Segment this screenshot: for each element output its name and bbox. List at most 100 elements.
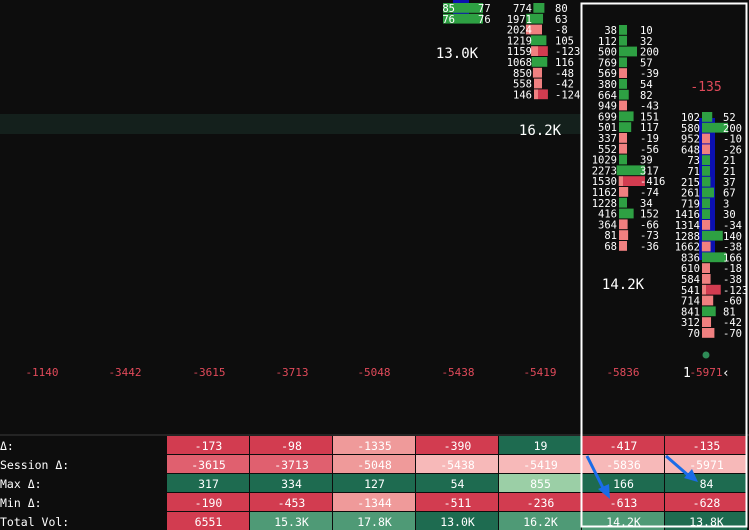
bid-bar bbox=[531, 46, 538, 56]
bid-bar bbox=[619, 230, 623, 240]
ask-volume-value: -70 bbox=[723, 328, 742, 340]
bid-bar bbox=[702, 252, 706, 263]
ask-bar bbox=[623, 133, 627, 143]
ask-bar bbox=[706, 274, 711, 284]
summary-cell-value: 334 bbox=[281, 477, 302, 491]
ask-bar bbox=[623, 208, 634, 219]
summary-cell-value: -98 bbox=[281, 439, 302, 453]
summary-cell-value: -5048 bbox=[357, 458, 392, 472]
summary-cell-value: 13.0K bbox=[440, 515, 475, 529]
bid-bar bbox=[702, 155, 706, 165]
ask-bar bbox=[538, 78, 542, 89]
summary-cell-value: -135 bbox=[693, 439, 721, 453]
summary-cell-value: -5419 bbox=[523, 458, 558, 472]
bid-bar bbox=[619, 122, 623, 132]
bid-bar bbox=[618, 176, 623, 186]
summary-cell-value: -511 bbox=[444, 496, 472, 510]
summary-cell-value: 84 bbox=[700, 477, 714, 491]
bid-bar bbox=[619, 68, 623, 78]
bid-bar bbox=[702, 284, 706, 295]
cumulative-delta-value: -5048 bbox=[357, 366, 390, 379]
ask-bar bbox=[623, 46, 637, 57]
summary-cell-value: 17.8K bbox=[357, 515, 392, 529]
bid-bar bbox=[619, 197, 623, 208]
ask-bar bbox=[706, 230, 723, 241]
bid-bar bbox=[701, 241, 706, 252]
summary-cell-value: -5438 bbox=[440, 458, 475, 472]
bid-volume-value: 146 bbox=[513, 89, 532, 101]
ask-bar bbox=[623, 89, 629, 100]
ask-bar bbox=[706, 263, 710, 273]
summary-cell-value: -5971 bbox=[689, 458, 724, 472]
summary-cell-value: -390 bbox=[444, 439, 472, 453]
bid-bar bbox=[702, 263, 706, 273]
bid-bar bbox=[702, 176, 706, 187]
ask-bar bbox=[538, 3, 545, 13]
bid-bar bbox=[702, 317, 706, 327]
summary-cell-value: -236 bbox=[527, 496, 555, 510]
bid-bar bbox=[702, 295, 706, 306]
ask-bar bbox=[623, 68, 627, 78]
ask-bar bbox=[623, 143, 627, 154]
ask-bar bbox=[623, 230, 629, 240]
bid-bar bbox=[702, 166, 706, 176]
summary-cell-value: 15.3K bbox=[274, 515, 309, 529]
bid-bar bbox=[702, 209, 706, 219]
ask-bar bbox=[706, 328, 715, 338]
cumulative-delta-value: -3442 bbox=[108, 366, 141, 379]
ask-bar bbox=[538, 13, 544, 24]
ask-volume-value: -124 bbox=[555, 89, 580, 101]
bid-bar bbox=[619, 219, 623, 230]
ask-bar bbox=[706, 220, 711, 230]
bid-bar bbox=[619, 241, 623, 251]
cumulative-delta-value: -5971 bbox=[689, 366, 722, 379]
summary-cell-value: -3713 bbox=[274, 458, 309, 472]
bid-bar bbox=[532, 67, 538, 78]
bid-bar bbox=[702, 133, 706, 144]
ask-bar bbox=[706, 198, 710, 209]
bid-bar bbox=[619, 143, 623, 154]
summary-cell-value: 19 bbox=[534, 439, 548, 453]
ask-bar bbox=[623, 25, 627, 35]
ask-bar bbox=[538, 89, 548, 100]
summary-cell-value: -613 bbox=[610, 496, 638, 510]
summary-cell-value: -1335 bbox=[357, 439, 392, 453]
bid-bar bbox=[619, 57, 623, 68]
ask-bar bbox=[623, 154, 627, 165]
cumulative-delta-value: -5438 bbox=[441, 366, 474, 379]
bid-bar bbox=[702, 230, 706, 241]
summary-cell-value: -417 bbox=[610, 439, 638, 453]
ask-bar bbox=[706, 187, 715, 198]
ask-bar bbox=[623, 197, 627, 208]
bid-volume-value: 76 bbox=[442, 14, 455, 26]
cumulative-delta-value: -1140 bbox=[25, 366, 58, 379]
bid-bar bbox=[616, 165, 623, 176]
ask-bar bbox=[706, 176, 711, 187]
bid-bar bbox=[702, 112, 706, 122]
summary-cell-value: 127 bbox=[364, 477, 385, 491]
bid-bar bbox=[534, 78, 538, 89]
summary-row-label: Δ: bbox=[0, 439, 14, 453]
ask-bar bbox=[538, 35, 547, 46]
summary-cell-value: -628 bbox=[693, 496, 721, 510]
footprint-chart[interactable]: 85 7776 76774 801971 632024 -81219 1051159 -123… bbox=[0, 0, 749, 530]
bid-bar bbox=[531, 57, 538, 67]
ask-bar bbox=[706, 209, 710, 219]
bid-bar bbox=[619, 79, 623, 89]
cumulative-delta-value: -5836 bbox=[606, 366, 639, 379]
ask-volume-value: 76 bbox=[478, 14, 491, 26]
bid-bar bbox=[619, 187, 623, 197]
ask-bar bbox=[706, 133, 710, 144]
bid-volume-value: 70 bbox=[687, 328, 700, 340]
ask-bar bbox=[623, 35, 627, 46]
bid-bar bbox=[619, 35, 623, 46]
ask-bar bbox=[706, 317, 712, 327]
ask-bar bbox=[706, 112, 713, 122]
summary-cell-value: 317 bbox=[198, 477, 219, 491]
bid-bar bbox=[533, 3, 538, 13]
summary-cell-value: 6551 bbox=[195, 515, 223, 529]
cumulative-delta-value: -5419 bbox=[523, 366, 556, 379]
ask-bar bbox=[706, 166, 710, 176]
bid-bar bbox=[702, 198, 706, 209]
summary-row-label: Session Δ: bbox=[0, 458, 69, 472]
